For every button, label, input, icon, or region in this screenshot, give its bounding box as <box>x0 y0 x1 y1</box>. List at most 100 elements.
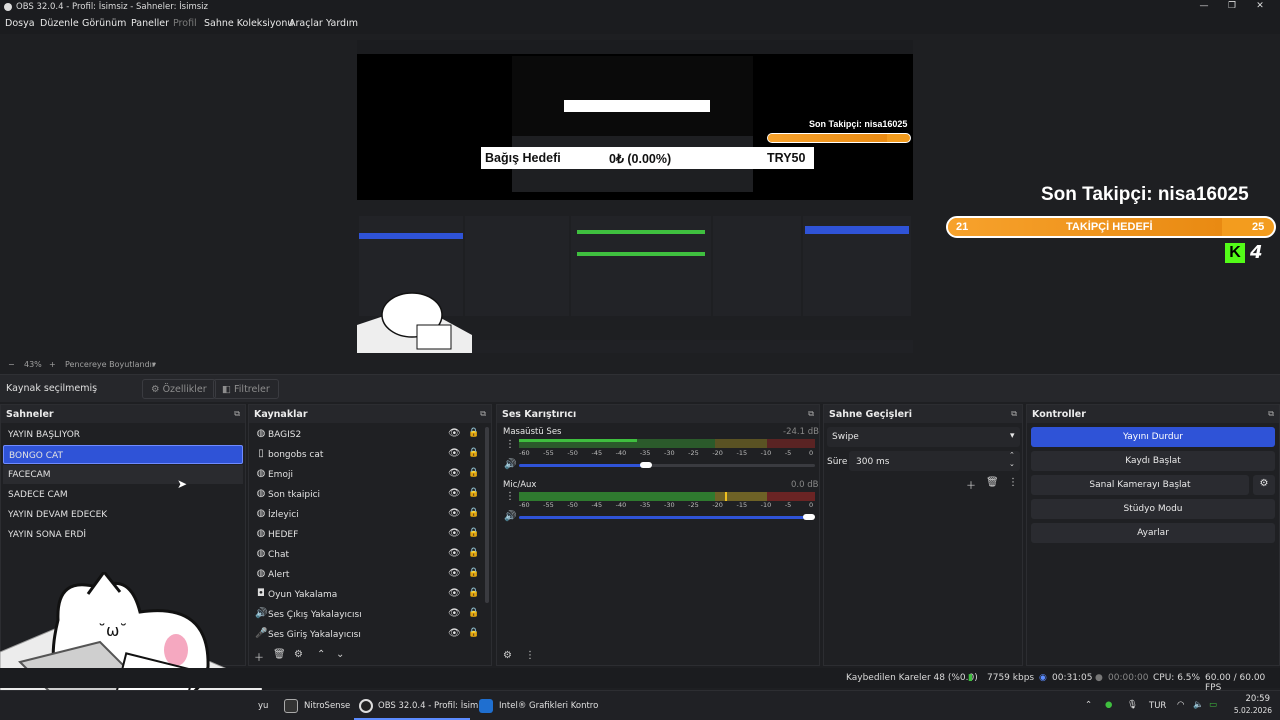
lock-icon[interactable]: 🔒 <box>468 428 479 438</box>
chevron-up-icon[interactable]: ⌃ <box>1085 700 1092 710</box>
stop-streaming-button[interactable]: Yayını Durdur <box>1031 427 1275 447</box>
source-item[interactable]: 🎤 Ses Giriş Yakalayıcısı 👁 🔒 <box>251 625 487 645</box>
zoom-out-button[interactable]: − <box>8 360 15 369</box>
kebab-menu-icon[interactable]: ⋮ <box>1008 477 1018 488</box>
undock-icon[interactable]: ⧉ <box>808 409 814 419</box>
obs-tray-icon[interactable]: ● <box>1105 700 1112 710</box>
taskbar-intel[interactable]: Intel® Grafikleri Kontro <box>499 701 598 711</box>
zoom-in-button[interactable]: + <box>49 360 56 369</box>
scene-item[interactable]: SADECE CAM <box>3 485 243 504</box>
eye-icon[interactable]: 👁 <box>448 548 461 559</box>
eye-icon[interactable]: 👁 <box>448 448 461 459</box>
source-item[interactable]: ▯ bongobs cat 👁 🔒 <box>251 445 487 465</box>
intel-graphics-icon[interactable] <box>479 699 493 713</box>
scene-item[interactable]: YAYIN DEVAM EDECEK <box>3 505 243 524</box>
program-preview[interactable]: Son Takipçi: nisa16025 Bağış Hedefi 0₺ (… <box>357 40 913 353</box>
kebab-menu-icon[interactable]: ⋮ <box>525 650 535 661</box>
source-item[interactable]: ◍ Son tkaipici 👁 🔒 <box>251 485 487 505</box>
move-up-icon[interactable]: ⌃ <box>317 649 325 660</box>
volume-icon[interactable]: 🔈 <box>1193 700 1204 710</box>
source-item[interactable]: ◍ İzleyici 👁 🔒 <box>251 505 487 525</box>
filters-button[interactable]: ◧ Filtreler <box>213 379 279 399</box>
volume-knob[interactable] <box>640 462 652 468</box>
eye-icon[interactable]: 👁 <box>448 468 461 479</box>
obs-icon[interactable] <box>359 699 373 713</box>
eye-icon[interactable]: 👁 <box>448 528 461 539</box>
source-item[interactable]: ◘ Oyun Yakalama 👁 🔒 <box>251 585 487 605</box>
start-recording-button[interactable]: Kaydı Başlat <box>1031 451 1275 471</box>
eye-icon[interactable]: 👁 <box>448 608 461 619</box>
taskbar-partial-app[interactable]: yu <box>258 701 268 711</box>
clock-date[interactable]: 5.02.2026 <box>1228 706 1272 715</box>
start-virtual-camera-button[interactable]: Sanal Kamerayı Başlat <box>1031 475 1249 495</box>
studio-mode-button[interactable]: Stüdyo Modu <box>1031 499 1275 519</box>
add-transition-icon[interactable]: ＋ <box>966 477 976 492</box>
zoom-mode[interactable]: Pencereye Boyutlandır <box>65 360 155 369</box>
menu-dosya[interactable]: Dosya <box>5 18 35 29</box>
gear-icon[interactable]: ⚙ <box>294 649 303 660</box>
maximize-button[interactable]: ❐ <box>1220 1 1244 11</box>
chevron-down-icon[interactable]: ▾ <box>152 360 156 369</box>
source-item[interactable]: ◍ Alert 👁 🔒 <box>251 565 487 585</box>
menu-profil[interactable]: Profil <box>173 18 197 29</box>
lock-icon[interactable]: 🔒 <box>468 588 479 598</box>
wifi-icon[interactable]: ◠ <box>1177 700 1184 710</box>
minimize-button[interactable]: — <box>1192 1 1216 11</box>
trash-icon[interactable]: 🗑 <box>273 649 286 660</box>
transition-select[interactable]: Swipe ▾ <box>827 427 1020 447</box>
undock-icon[interactable]: ⧉ <box>480 409 486 419</box>
close-button[interactable]: ✕ <box>1248 1 1272 11</box>
battery-icon[interactable]: ▭ <box>1209 700 1217 710</box>
speaker-icon[interactable]: 🔊 <box>504 459 516 470</box>
lock-icon[interactable]: 🔒 <box>468 508 479 518</box>
language-indicator[interactable]: TUR <box>1149 701 1166 711</box>
microphone-icon[interactable]: 🎙 <box>1127 700 1138 710</box>
virtual-camera-settings-icon[interactable]: ⚙ <box>1253 475 1275 495</box>
eye-icon[interactable]: 👁 <box>448 508 461 519</box>
menu-duzenle[interactable]: Düzenle <box>40 18 79 29</box>
mixer-settings-icon[interactable]: ⚙ <box>503 650 512 661</box>
menu-sahne-koleksiyonu[interactable]: Sahne Koleksiyonu <box>204 18 293 29</box>
settings-button[interactable]: Ayarlar <box>1031 523 1275 543</box>
volume-knob[interactable] <box>803 514 815 520</box>
undock-icon[interactable]: ⧉ <box>1011 409 1017 419</box>
scene-item[interactable]: YAYIN SONA ERDİ <box>3 525 243 544</box>
menu-araclar[interactable]: Araçlar <box>289 18 323 29</box>
lock-icon[interactable]: 🔒 <box>468 528 479 538</box>
source-item[interactable]: ◍ Chat 👁 🔒 <box>251 545 487 565</box>
source-item[interactable]: ◍ Emoji 👁 🔒 <box>251 465 487 485</box>
sources-scrollbar[interactable] <box>485 427 489 603</box>
menu-paneller[interactable]: Paneller <box>131 18 169 29</box>
spin-up-icon[interactable]: ⌃ <box>1009 451 1015 459</box>
nitrosense-icon[interactable] <box>284 699 298 713</box>
properties-button[interactable]: ⚙ Özellikler <box>142 379 216 399</box>
lock-icon[interactable]: 🔒 <box>468 448 479 458</box>
move-down-icon[interactable]: ⌄ <box>336 649 344 660</box>
lock-icon[interactable]: 🔒 <box>468 548 479 558</box>
taskbar-nitrosense[interactable]: NitroSense <box>304 701 350 711</box>
scene-item[interactable]: FACECAM <box>3 465 243 484</box>
clock-time[interactable]: 20:59 <box>1232 694 1271 704</box>
eye-icon[interactable]: 👁 <box>448 628 461 639</box>
eye-icon[interactable]: 👁 <box>448 568 461 579</box>
volume-slider[interactable] <box>519 464 647 467</box>
eye-icon[interactable]: 👁 <box>448 488 461 499</box>
scene-item[interactable]: YAYIN BAŞLIYOR <box>3 425 243 444</box>
trash-icon[interactable]: 🗑 <box>986 477 999 488</box>
speaker-icon[interactable]: 🔊 <box>504 511 516 522</box>
lock-icon[interactable]: 🔒 <box>468 608 479 618</box>
menu-gorunum[interactable]: Görünüm <box>82 18 126 29</box>
lock-icon[interactable]: 🔒 <box>468 468 479 478</box>
eye-icon[interactable]: 👁 <box>448 588 461 599</box>
source-item[interactable]: 🔊 Ses Çıkış Yakalayıcısı 👁 🔒 <box>251 605 487 625</box>
lock-icon[interactable]: 🔒 <box>468 488 479 498</box>
scene-item-selected[interactable]: BONGO CAT <box>3 445 243 464</box>
undock-icon[interactable]: ⧉ <box>1268 409 1274 419</box>
undock-icon[interactable]: ⧉ <box>234 409 240 419</box>
kebab-menu-icon[interactable]: ⋮ <box>505 439 515 450</box>
kebab-menu-icon[interactable]: ⋮ <box>505 491 515 502</box>
source-item[interactable]: ◍ BAGIS2 👁 🔒 <box>251 425 487 445</box>
taskbar-obs[interactable]: OBS 32.0.4 - Profil: İsim <box>378 701 478 711</box>
volume-slider[interactable] <box>519 516 809 519</box>
spin-down-icon[interactable]: ⌄ <box>1009 460 1015 468</box>
